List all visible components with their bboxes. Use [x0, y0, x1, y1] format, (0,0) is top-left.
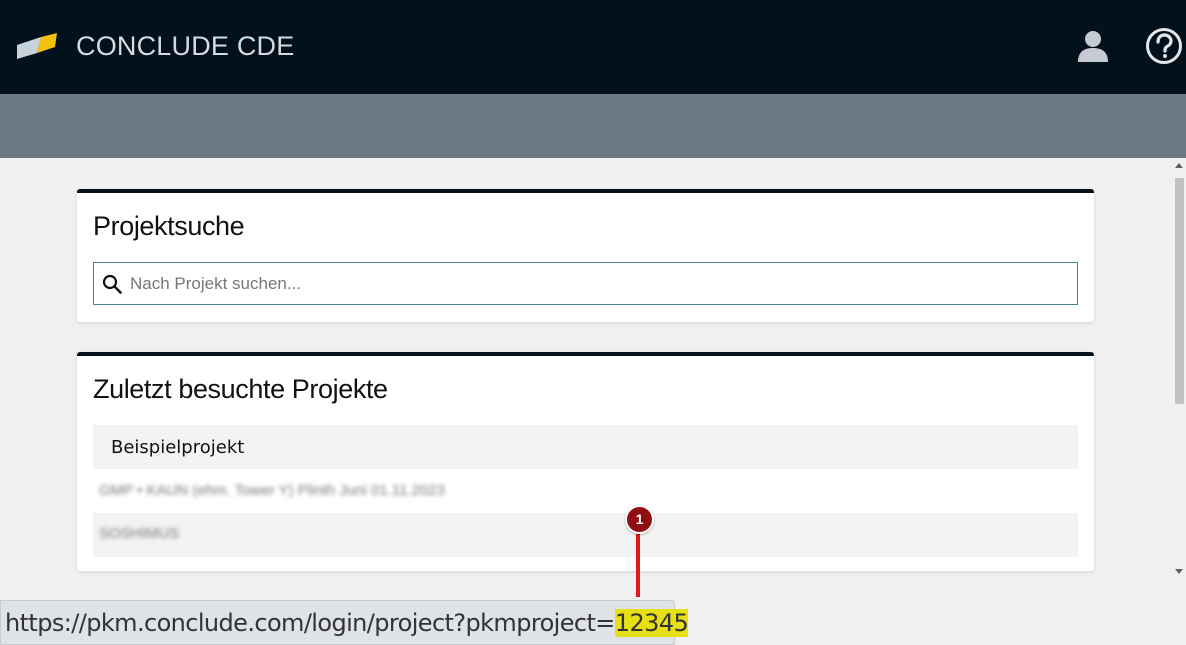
project-id-highlight: 12345: [614, 609, 689, 637]
recent-project-name[interactable]: Beispielprojekt: [111, 437, 244, 458]
recent-project-item[interactable]: GMP • KAUN (ehm. Tower Y) Plinth Juni 01…: [93, 470, 1078, 514]
recent-project-name[interactable]: SOSHIMUS: [99, 525, 179, 542]
project-search-box[interactable]: [93, 262, 1078, 305]
scrollbar-thumb[interactable]: [1175, 178, 1184, 404]
top-navigation-bar: CONCLUDE CDE: [0, 0, 1186, 94]
recent-project-name[interactable]: GMP • KAUN (ehm. Tower Y) Plinth Juni 01…: [99, 482, 445, 499]
project-search-title: Projektsuche: [93, 211, 245, 241]
sub-header-bar: [0, 94, 1186, 158]
status-url-prefix: https://pkm.conclude.com/login/project?p…: [5, 609, 615, 637]
search-icon: [102, 274, 122, 294]
recent-projects-card: Zuletzt besuchte Projekte Beispielprojek…: [77, 352, 1094, 571]
recent-projects-title: Zuletzt besuchte Projekte: [93, 374, 388, 404]
scroll-up-arrow-icon[interactable]: [1175, 163, 1183, 168]
scroll-down-arrow-icon[interactable]: [1175, 569, 1183, 574]
conclude-logo-icon: [17, 33, 57, 59]
browser-status-bar: https://pkm.conclude.com/login/project?p…: [0, 600, 689, 645]
app-title: CONCLUDE CDE: [76, 31, 295, 61]
vertical-scrollbar[interactable]: [1172, 158, 1186, 580]
callout-number-badge: 1: [625, 505, 654, 534]
recent-project-item[interactable]: SOSHIMUS: [93, 513, 1078, 557]
recent-project-item[interactable]: Beispielprojekt: [93, 425, 1078, 469]
project-search-card: Projektsuche: [77, 189, 1094, 322]
callout-pointer-line: [636, 525, 640, 597]
status-url: https://pkm.conclude.com/login/project?p…: [5, 609, 689, 637]
help-circle-icon[interactable]: [1145, 27, 1183, 65]
user-icon[interactable]: [1076, 29, 1110, 63]
project-search-input[interactable]: [130, 272, 1060, 296]
